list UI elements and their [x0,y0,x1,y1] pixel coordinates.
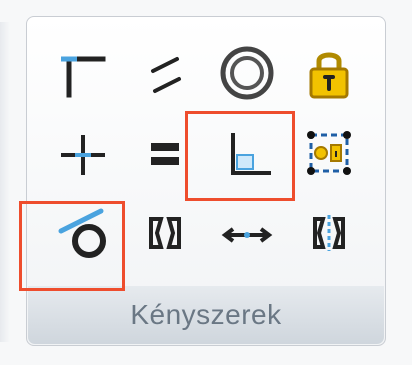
symmetric-brackets-icon[interactable] [133,201,197,265]
lock-icon[interactable] [297,41,361,105]
coincident-arrows-icon[interactable] [215,201,279,265]
parallel-lines-icon[interactable] [133,41,197,105]
corner-icon[interactable] [51,41,115,105]
equal-icon[interactable] [133,121,197,185]
group-label: Kényszerek [130,299,282,330]
crosshair-icon[interactable] [51,121,115,185]
stage: Kényszerek [0,0,412,365]
ribbon-constraints-panel: Kényszerek [19,16,386,346]
tangent-circle-icon[interactable] [51,201,115,265]
ribbon-left-edge [0,22,10,342]
concentric-circles-icon[interactable] [215,41,279,105]
perpendicular-icon[interactable] [215,121,279,185]
fix-point-icon[interactable] [297,121,361,185]
group-label-bar: Kényszerek [28,286,384,344]
mirror-brackets-icon[interactable] [297,201,361,265]
